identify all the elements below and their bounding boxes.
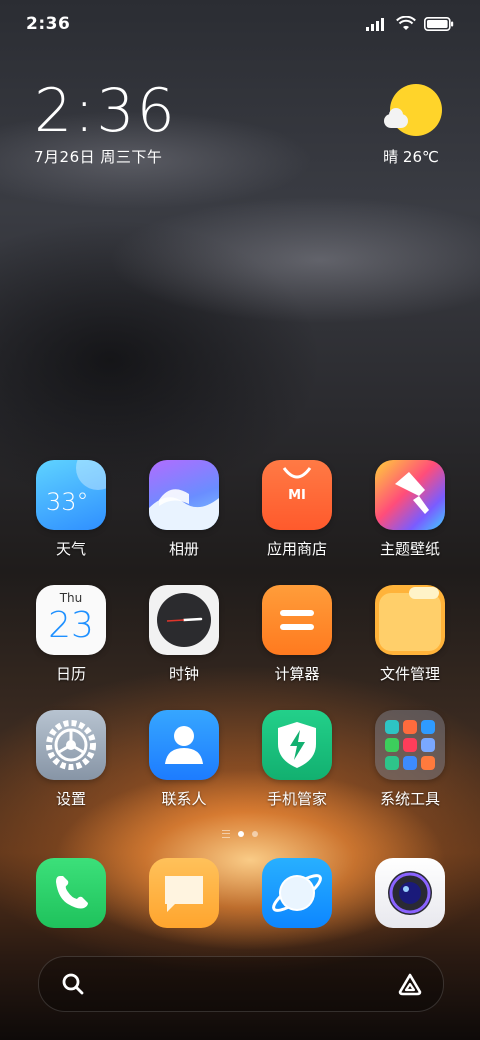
- search-bar[interactable]: [38, 956, 444, 1012]
- contacts-app-icon: [149, 710, 219, 780]
- app-store[interactable]: MI 应用商店: [247, 460, 347, 559]
- app-gallery[interactable]: 相册: [134, 460, 234, 559]
- app-label: 设置: [55, 790, 86, 808]
- page-dot-active: [238, 831, 244, 837]
- calendar-date: 23: [48, 605, 94, 646]
- app-weather[interactable]: 33° 天气: [21, 460, 121, 559]
- app-label: 联系人: [161, 790, 207, 808]
- wifi-icon: [396, 16, 416, 30]
- app-system-tools[interactable]: 系统工具: [360, 710, 460, 809]
- phone-app-icon[interactable]: [36, 858, 106, 928]
- app-label: 文件管理: [379, 665, 440, 683]
- clock-app-icon: [149, 585, 219, 655]
- app-store-mi-text: MI: [288, 488, 306, 503]
- app-label: 系统工具: [379, 790, 440, 808]
- app-label: 天气: [55, 540, 86, 558]
- themes-app-icon: [375, 460, 445, 530]
- app-store-icon: MI: [262, 460, 332, 530]
- app-label: 时钟: [168, 665, 199, 683]
- weather-text: 晴 26℃: [383, 148, 439, 166]
- browser-app-icon[interactable]: [262, 858, 332, 928]
- app-label: 主题壁纸: [379, 540, 440, 558]
- status-icons: [366, 16, 454, 31]
- page-dot: [252, 831, 258, 837]
- gallery-app-icon: [149, 460, 219, 530]
- app-label: 相册: [168, 540, 199, 558]
- app-calendar[interactable]: Thu 23 日历: [21, 585, 121, 684]
- weather-app-icon: 33°: [36, 460, 106, 530]
- widget-date: 7月26日 周三下午: [34, 148, 163, 166]
- app-file-manager[interactable]: 文件管理: [360, 585, 460, 684]
- app-label: 计算器: [274, 665, 320, 683]
- app-contacts[interactable]: 联系人: [134, 710, 234, 809]
- calendar-day: Thu: [59, 591, 83, 605]
- signal-icon: [366, 17, 384, 31]
- app-label: 日历: [55, 665, 86, 683]
- app-vault-icon[interactable]: [397, 972, 423, 996]
- system-tools-folder-icon: [375, 710, 445, 780]
- app-clock[interactable]: 时钟: [134, 585, 234, 684]
- messages-app-icon[interactable]: [149, 858, 219, 928]
- security-shield-icon: [262, 710, 332, 780]
- widget-time: 2:36: [34, 76, 177, 146]
- app-security[interactable]: 手机管家: [247, 710, 347, 809]
- calendar-app-icon: Thu 23: [36, 585, 106, 655]
- file-manager-icon: [375, 585, 445, 655]
- search-icon[interactable]: [61, 972, 85, 996]
- app-settings[interactable]: 设置: [21, 710, 121, 809]
- camera-app-icon[interactable]: [375, 858, 445, 928]
- page-indicator: [0, 830, 480, 838]
- app-calculator[interactable]: 计算器: [247, 585, 347, 684]
- settings-gear-icon: [36, 710, 106, 780]
- status-bar: 2:36: [0, 0, 480, 48]
- status-time: 2:36: [26, 14, 71, 34]
- app-label: 手机管家: [266, 790, 327, 808]
- battery-icon: [424, 16, 454, 31]
- dock: [0, 858, 480, 928]
- weather-icon-temp: 33°: [46, 488, 89, 516]
- page-menu-icon: [222, 830, 230, 838]
- calculator-app-icon: [262, 585, 332, 655]
- sunny-partly-cloudy-icon: [384, 84, 442, 136]
- app-label: 应用商店: [266, 540, 327, 558]
- weather-widget[interactable]: 晴 26℃: [383, 84, 444, 167]
- app-themes[interactable]: 主题壁纸: [360, 460, 460, 559]
- clock-widget[interactable]: 2:36 7月26日 周三下午: [34, 78, 177, 167]
